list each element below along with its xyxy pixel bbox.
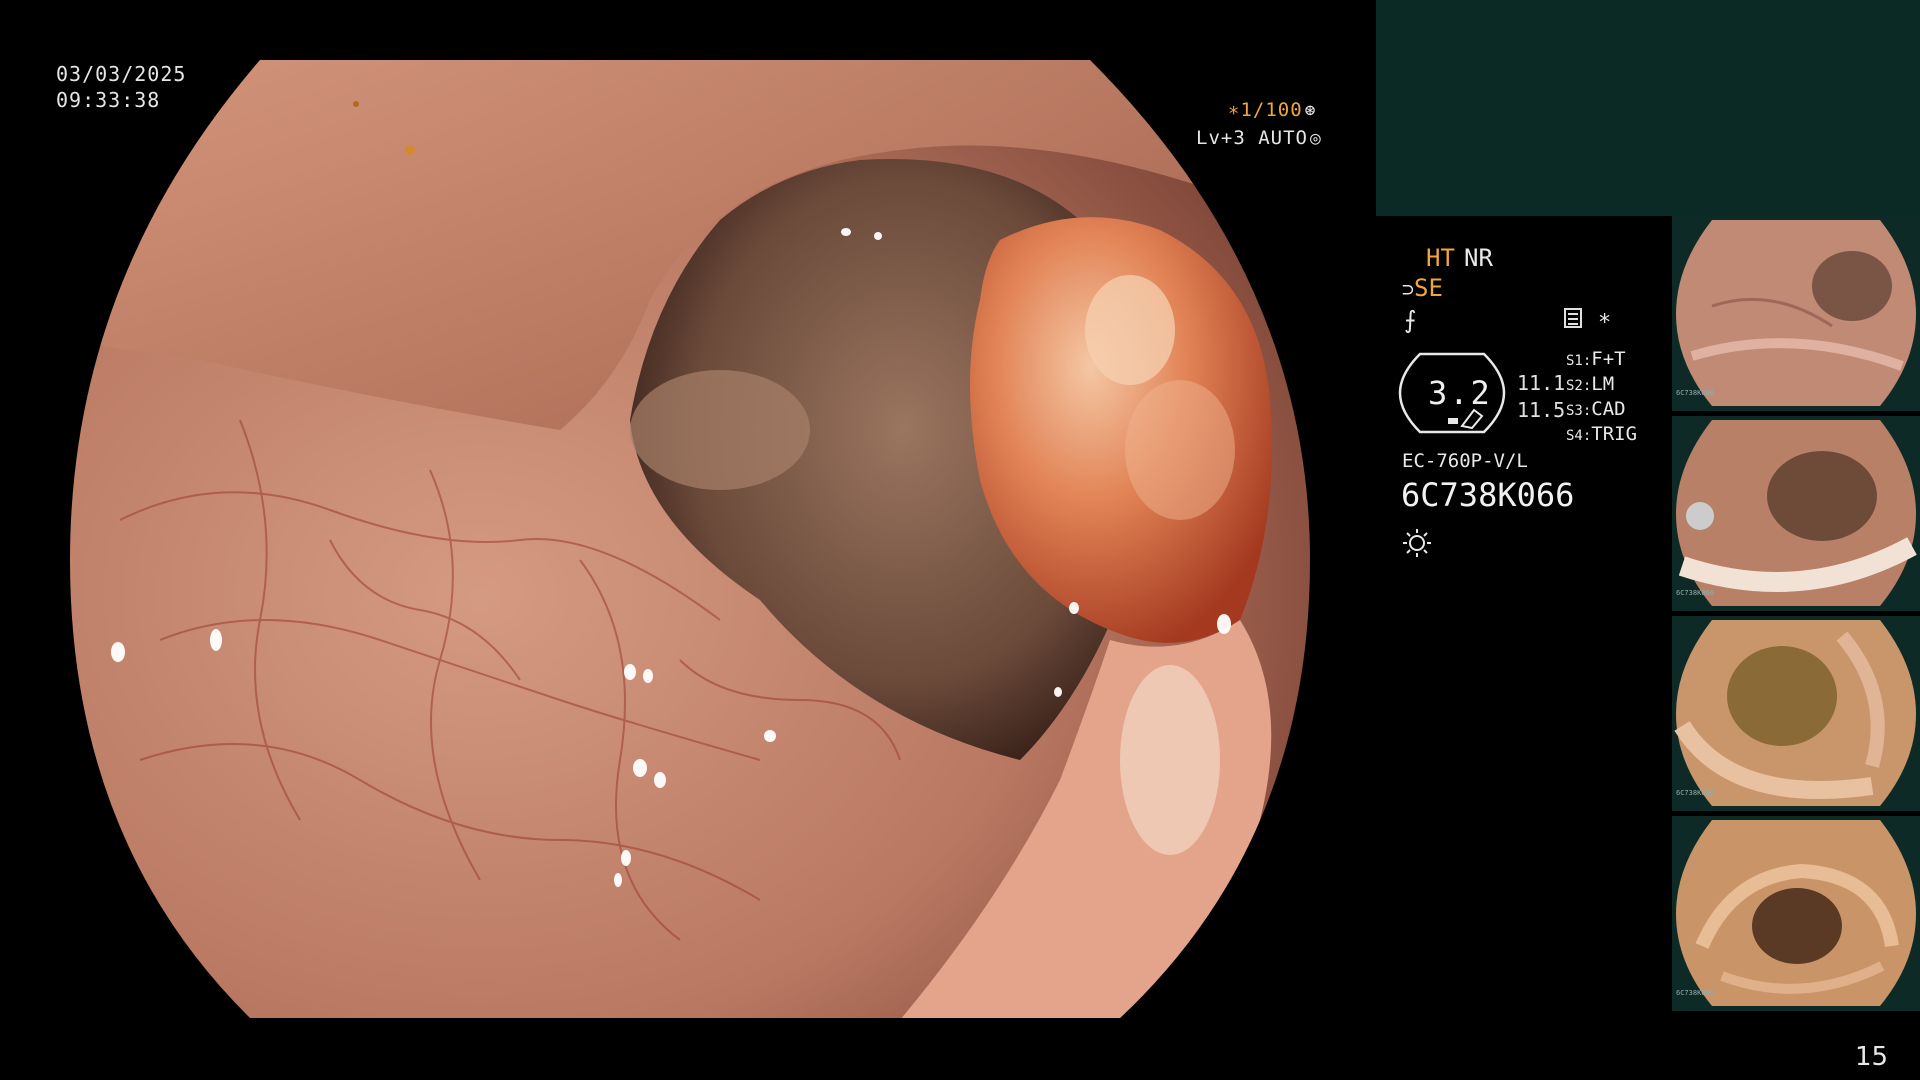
shutter-speed-value: ∗1/100 <box>1228 99 1303 121</box>
thumbnail-image[interactable]: 6C738K066 <box>1672 816 1920 1011</box>
thumbnail-picture <box>1676 420 1917 606</box>
thumbnail-picture <box>1676 220 1916 406</box>
switch-key: S4: <box>1566 428 1592 444</box>
freeze-icon: ⨍ <box>1404 306 1417 334</box>
brightness-level-readout: Lv+3 AUTO ◎ <box>1196 127 1322 149</box>
thumbnail-picture <box>1674 620 1916 806</box>
shutter-speed-readout: ∗1/100 ⊛ <box>1228 99 1316 121</box>
endoscope-view: 03/03/2025 09:33:38 ∗1/100 ⊛ Lv+3 AUTO ◎ <box>0 0 1370 1080</box>
switch-key: S3: <box>1566 403 1592 419</box>
thumbnail-caption: 6C738K066 <box>1676 389 1714 397</box>
thumbnail-caption: 6C738K066 <box>1676 789 1714 797</box>
aperture-icon: ⊛ <box>1304 100 1317 121</box>
se-label: SE <box>1414 274 1443 302</box>
brightness-level-value: Lv+3 AUTO <box>1196 127 1308 149</box>
switch-3-assignment: S3:CAD <box>1566 398 1626 420</box>
thumbnail-caption: 6C738K066 <box>1676 989 1714 997</box>
setting-value-a: 11.1 <box>1517 371 1566 395</box>
scope-serial: 6C738K066 <box>1401 476 1575 514</box>
structure-enhance-icon: ⊃ <box>1402 277 1415 301</box>
time-display: 09:33:38 <box>56 88 161 112</box>
switch-key: S2: <box>1566 378 1592 394</box>
ht-indicator: HT <box>1426 244 1455 272</box>
switch-value: F+T <box>1591 348 1626 370</box>
thumbnail-picture <box>1676 820 1916 1006</box>
switch-value: TRIG <box>1591 423 1638 445</box>
auto-iris-icon: ◎ <box>1309 128 1322 149</box>
light-source-icon <box>1403 529 1431 557</box>
nr-indicator: NR <box>1464 244 1493 272</box>
switch-value: CAD <box>1591 398 1626 420</box>
setting-value-b: 11.5 <box>1517 398 1566 422</box>
thumbnail-image[interactable]: 6C738K066 <box>1672 416 1920 611</box>
endoscopic-image <box>70 60 1310 1018</box>
thumbnail-caption: 6C738K066 <box>1676 589 1714 597</box>
zoom-value: 3.2 <box>1428 374 1492 412</box>
switch-key: S1: <box>1566 353 1592 369</box>
switch-2-assignment: S2:LM <box>1566 373 1614 395</box>
secondary-display-area <box>1376 0 1920 216</box>
scope-model: EC-760P-V/L <box>1402 450 1528 472</box>
star-marker: ∗ <box>1598 306 1612 331</box>
switch-4-assignment: S4:TRIG <box>1566 423 1637 445</box>
status-panel: HT NR ⊃SE ⨍ ∗ 3.2 11.1 11.5 S1:F+T S2:LM… <box>1376 216 1676 1080</box>
page-number: 15 <box>1855 1042 1889 1072</box>
recording-icon <box>1564 308 1582 328</box>
switch-value: LM <box>1591 373 1615 395</box>
thumbnail-image[interactable]: 6C738K066 <box>1672 216 1920 411</box>
thumbnail-image[interactable]: 6C738K066 <box>1672 616 1920 811</box>
captured-images-strip: 6C738K066 6C738K066 6C738K066 6C738K066 <box>1670 216 1920 1016</box>
se-indicator: ⊃SE <box>1402 274 1443 302</box>
date-display: 03/03/2025 <box>56 62 187 86</box>
switch-1-assignment: S1:F+T <box>1566 348 1626 370</box>
